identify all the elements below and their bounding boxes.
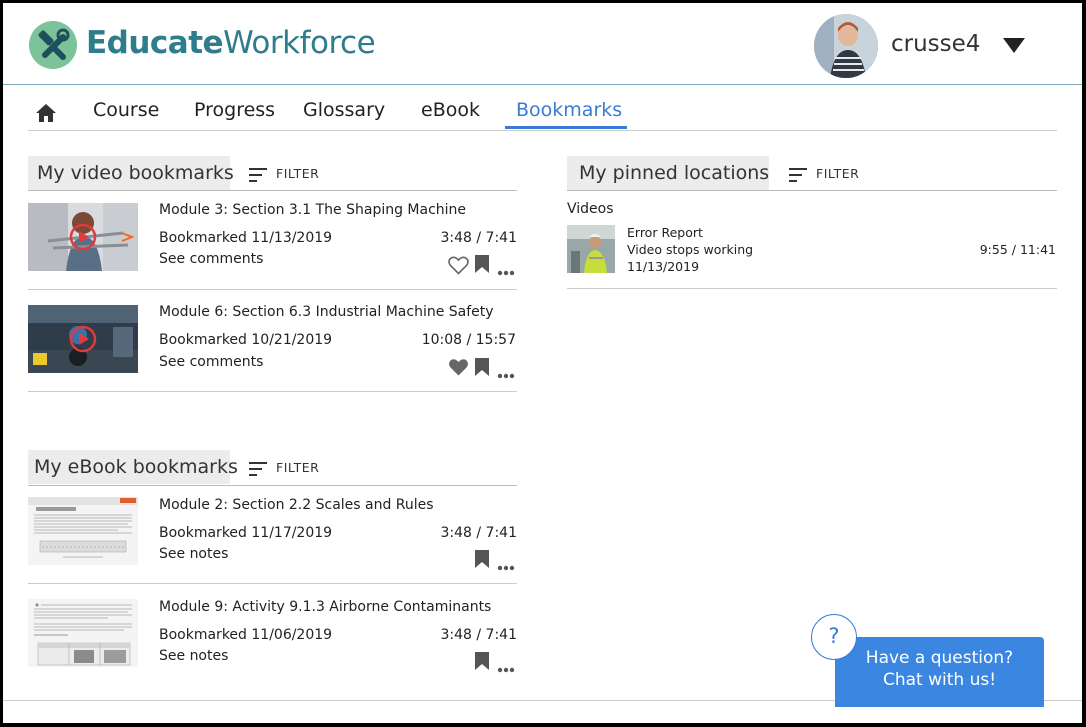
header-divider: [3, 84, 1082, 85]
more-options-icon[interactable]: [497, 364, 515, 383]
bookmark-title[interactable]: Module 3: Section 3.1 The Shaping Machin…: [159, 202, 466, 218]
section-divider: [28, 190, 517, 191]
logo-icon: [29, 21, 77, 69]
tab-glossary[interactable]: Glossary: [303, 99, 385, 121]
filter-icon: [249, 167, 267, 182]
bookmark-date: Bookmarked 10/21/2019: [159, 332, 333, 348]
ebook-filter-button[interactable]: FILTER: [249, 460, 319, 476]
row-divider: [567, 288, 1057, 289]
section-divider: [567, 190, 1057, 191]
bookmark-icon[interactable]: [475, 550, 489, 572]
see-notes-link[interactable]: See notes: [159, 648, 228, 664]
pinned-date: 11/13/2019: [627, 259, 700, 274]
row-divider: [28, 583, 517, 584]
see-comments-link[interactable]: See comments: [159, 354, 263, 370]
pinned-subtitle: Video stops working: [627, 242, 754, 257]
username[interactable]: crusse4: [891, 31, 980, 57]
bookmark-time: 10:08 / 15:57: [421, 332, 516, 348]
filter-label: FILTER: [276, 166, 320, 181]
heart-filled-icon[interactable]: [448, 358, 469, 381]
chat-line-2: Chat with us!: [882, 670, 997, 690]
brand-name-bold: Educate: [86, 25, 224, 61]
tab-ebook[interactable]: eBook: [421, 99, 480, 121]
video-thumbnail[interactable]: [28, 203, 138, 271]
help-icon[interactable]: ?: [811, 614, 857, 660]
more-options-icon[interactable]: [497, 556, 515, 575]
chat-line-1: Have a question?: [865, 648, 1014, 668]
bookmark-title[interactable]: Module 2: Section 2.2 Scales and Rules: [159, 497, 434, 513]
tab-course[interactable]: Course: [93, 99, 159, 121]
tab-bookmarks[interactable]: Bookmarks: [516, 99, 622, 121]
section-divider: [28, 485, 517, 486]
bookmark-icon[interactable]: [475, 652, 489, 674]
filter-icon: [249, 461, 267, 476]
bookmark-date: Bookmarked 11/06/2019: [159, 627, 333, 643]
bookmark-icon[interactable]: [475, 255, 489, 277]
bookmark-title[interactable]: Module 9: Activity 9.1.3 Airborne Contam…: [159, 599, 491, 615]
heart-outline-icon[interactable]: [448, 256, 469, 279]
more-options-icon[interactable]: [497, 261, 515, 280]
video-thumbnail[interactable]: [567, 225, 615, 273]
pinned-time: 9:55 / 11:41: [979, 242, 1056, 257]
pinned-locations-heading: My pinned locations: [567, 156, 769, 190]
see-comments-link[interactable]: See comments: [159, 251, 263, 267]
ebook-page-thumbnail[interactable]: [28, 497, 138, 565]
nav-divider: [28, 130, 1057, 131]
filter-label: FILTER: [276, 460, 320, 475]
bookmark-time: 3:48 / 7:41: [440, 230, 518, 246]
chevron-down-icon[interactable]: [1003, 38, 1025, 53]
ebook-page-thumbnail[interactable]: [28, 599, 138, 667]
more-options-icon[interactable]: [497, 658, 515, 677]
pinned-group-label: Videos: [567, 201, 614, 217]
row-divider: [28, 391, 517, 392]
tab-progress[interactable]: Progress: [194, 99, 275, 121]
ebook-bookmarks-heading: My eBook bookmarks: [28, 450, 238, 484]
home-icon[interactable]: [35, 103, 57, 127]
bookmark-date: Bookmarked 11/13/2019: [159, 230, 333, 246]
app-window: EducateWorkforce crusse4 Course Progress…: [3, 3, 1082, 723]
bookmark-date: Bookmarked 11/17/2019: [159, 525, 333, 541]
video-filter-button[interactable]: FILTER: [249, 166, 319, 182]
bookmark-time: 3:48 / 7:41: [440, 525, 518, 541]
pinned-filter-button[interactable]: FILTER: [789, 166, 859, 182]
pinned-title[interactable]: Error Report: [627, 225, 703, 240]
filter-icon: [789, 167, 807, 182]
brand-logo[interactable]: EducateWorkforce: [86, 25, 376, 61]
video-bookmarks-heading: My video bookmarks: [28, 156, 234, 190]
row-divider: [28, 289, 517, 290]
see-notes-link[interactable]: See notes: [159, 546, 228, 562]
chat-button[interactable]: Have a question? Chat with us!: [835, 637, 1044, 707]
bookmark-title[interactable]: Module 6: Section 6.3 Industrial Machine…: [159, 304, 494, 320]
active-tab-indicator: [505, 126, 627, 129]
filter-label: FILTER: [816, 166, 860, 181]
avatar[interactable]: [814, 14, 878, 78]
bookmark-time: 3:48 / 7:41: [440, 627, 518, 643]
brand-name-thin: Workforce: [223, 25, 376, 61]
video-thumbnail[interactable]: [28, 305, 138, 373]
bookmark-icon[interactable]: [475, 358, 489, 380]
